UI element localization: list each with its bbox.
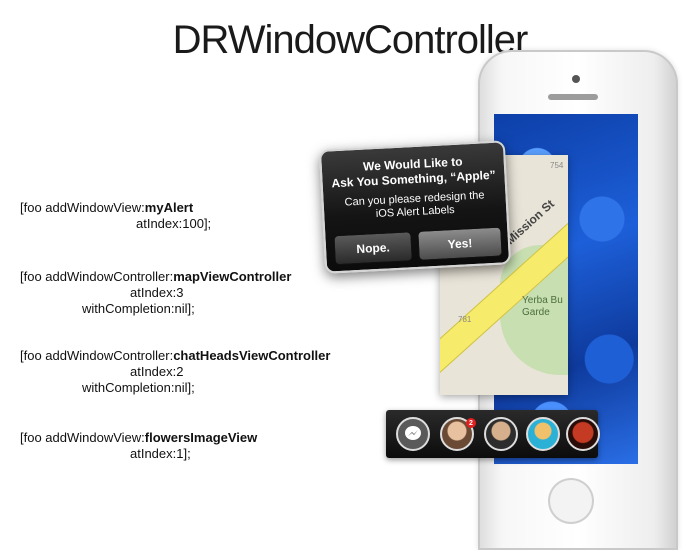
code-text: [foo addWindowView: [20,430,145,445]
nope-button[interactable]: Nope. [333,231,413,266]
code-text: withCompletion:nil]; [82,380,195,395]
code-text: atIndex:1]; [130,446,191,461]
notification-badge: 2 [466,418,476,428]
code-block-alert: [foo addWindowView:myAlert atIndex:100]; [20,200,211,232]
address-number: 781 [458,315,472,324]
alert-message: Can you please redesign the iOS Alert La… [344,189,485,221]
address-number: 754 [550,161,564,170]
code-text: atIndex:2 [130,364,184,379]
speaker-grille [548,94,598,100]
messenger-icon[interactable] [396,417,430,451]
lightning-bolt-icon [405,426,421,440]
code-block-chatheads: [foo addWindowController:chatHeadsViewCo… [20,348,330,396]
chat-head-avatar[interactable] [526,417,560,451]
code-text: [foo addWindowView: [20,200,145,215]
code-identifier: myAlert [144,200,194,215]
code-identifier: chatHeadsViewController [173,348,331,363]
code-text: atIndex:100]; [136,216,212,231]
alert-dialog: We Would Like to Ask You Something, “App… [318,140,512,274]
home-button[interactable] [548,478,594,524]
code-identifier: mapViewController [173,269,292,284]
alert-title: We Would Like to Ask You Something, “App… [331,154,496,191]
chat-head-avatar[interactable] [566,417,600,451]
chat-head-avatar[interactable] [484,417,518,451]
code-text: [foo addWindowController: [20,348,174,363]
park-label: Yerba Bu Garde [522,295,563,318]
code-block-map: [foo addWindowController:mapViewControll… [20,269,291,317]
code-block-flowers: [foo addWindowView:flowersImageView atIn… [20,430,257,462]
code-identifier: flowersImageView [144,430,258,445]
code-text: [foo addWindowController: [20,269,174,284]
yes-button[interactable]: Yes! [417,226,503,261]
camera-icon [572,75,580,83]
code-text: withCompletion:nil]; [82,301,195,316]
code-text: atIndex:3 [130,285,184,300]
chat-heads-bar: 2 [386,410,600,458]
